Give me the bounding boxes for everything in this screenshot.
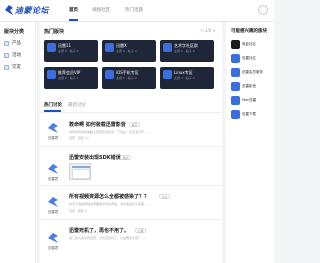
- sidebar-item-label: 活动: [12, 53, 21, 58]
- post-excerpt: 用了这么多年的迅雷，今天又死机了，以后再也不用了……: [69, 236, 148, 240]
- window-titlebar: [72, 166, 90, 168]
- bird-icon: [231, 96, 240, 105]
- post-title[interactable]: 迅雷死机了，再也不用了。: [69, 227, 129, 234]
- bird-avatar-icon: [48, 197, 58, 207]
- post-author: 迅雷君: [47, 246, 59, 250]
- bird-icon: [231, 68, 240, 77]
- product-icon: [4, 41, 9, 46]
- board-stat: 主题 0 · 帖子 0: [58, 49, 79, 53]
- site-logo[interactable]: 迪蒙论坛: [4, 4, 49, 18]
- board-card[interactable]: 迅雷X 主题 0 · 帖子 0: [102, 40, 156, 62]
- board-card[interactable]: 迅雷11 主题 0 · 帖子 0: [44, 40, 98, 62]
- activity-icon: [4, 53, 9, 58]
- board-stat: 主题 0 · 帖子 0: [116, 76, 137, 80]
- bird-icon: [163, 70, 172, 79]
- bird-icon: [105, 70, 114, 79]
- hot-boards-title: 热门版块: [44, 29, 65, 35]
- board-stat: 主题 0 · 帖子 0: [116, 49, 137, 53]
- sidebar-title: 版块分类: [4, 29, 25, 35]
- post-tag: 讨论: [159, 194, 171, 199]
- board-stat: 主题 0 · 帖子 0: [58, 76, 79, 80]
- post-excerpt: 最近下载的视频资源都提示存在风险，请问这是怎么回事……: [69, 202, 151, 206]
- divider: [40, 185, 222, 186]
- bird-icon: [47, 70, 56, 79]
- divider: [40, 112, 222, 113]
- sidebar-item-label: 交友: [12, 65, 21, 70]
- post-author: 迅雷君: [47, 136, 59, 140]
- recommend-board-name: 迅雷影音: [242, 84, 256, 88]
- category-sidebar: 版块分类 产品 活动 交友: [0, 22, 36, 263]
- recommend-panel: 可能感兴趣的版块 电影社区 迅雷社区 迅雷会员服务 迅雷影音 Mac迅雷 迅雷下…: [226, 22, 274, 263]
- recommend-board-name: 迅雷社区: [242, 56, 256, 60]
- recommend-board-name: 电影社区: [242, 42, 256, 46]
- nav-home[interactable]: 首页: [69, 7, 78, 13]
- board-card[interactable]: 艺术字社区群 主题 0 · 帖子 0: [160, 40, 214, 62]
- bird-icon: [231, 54, 240, 63]
- recommend-board-name: Mac迅雷: [242, 98, 257, 102]
- post-meta: 迅雷 · 回复 8: [69, 209, 87, 213]
- bird-logo-icon: [5, 5, 13, 15]
- recommend-title: 可能感兴趣的版块: [231, 29, 267, 34]
- board-stat: 主题 0 · 帖子 0: [174, 76, 195, 80]
- post-title[interactable]: 迅雷安装出现SDK错误: [69, 154, 121, 161]
- nav-hot-topics[interactable]: 热门话题: [125, 7, 143, 13]
- nav-video[interactable]: 视频社区: [92, 7, 110, 13]
- board-icon: [231, 40, 240, 49]
- tab-latest-discussion[interactable]: 最新讨论: [68, 102, 86, 108]
- bird-icon: [163, 43, 172, 52]
- bird-icon: [105, 43, 114, 52]
- tab-hot-discussion[interactable]: 热门讨论: [44, 102, 62, 108]
- post-tag: 吐槽: [135, 228, 147, 233]
- sidebar-item-label: 产品: [12, 41, 21, 46]
- recommend-board-name: 迅雷会员服务: [242, 70, 263, 74]
- bird-icon: [231, 110, 240, 119]
- user-avatar[interactable]: [258, 5, 268, 15]
- divider: [40, 219, 222, 220]
- post-excerpt: 请问如何在新电脑上安装迅雷影音，下载后一直无法打开……: [69, 130, 151, 134]
- bird-avatar-icon: [48, 164, 58, 174]
- divider: [40, 146, 222, 147]
- post-title[interactable]: 救命啊 如何装载迅雷影音: [69, 121, 126, 128]
- post-tag: 求助: [120, 155, 132, 160]
- post-author: 迅雷君: [47, 210, 59, 214]
- site-name: 迪蒙论坛: [15, 6, 49, 15]
- bird-icon: [47, 43, 56, 52]
- board-card[interactable]: iOS手机专区 主题 0 · 帖子 0: [102, 67, 156, 89]
- board-card[interactable]: Linux专区 主题 0 · 帖子 0: [160, 67, 214, 89]
- post-title[interactable]: 所有视频资源怎么全都被感染了？？: [69, 193, 149, 200]
- board-card[interactable]: 推荐会员VIP 主题 0 · 帖子 0: [44, 67, 98, 89]
- post-meta: 迅雷 · 回复 12: [69, 136, 89, 140]
- bird-avatar-icon: [48, 123, 58, 133]
- social-icon: [4, 65, 9, 70]
- bird-icon: [231, 82, 240, 91]
- nav-active-indicator: [69, 19, 78, 21]
- bird-avatar-icon: [48, 233, 58, 243]
- post-screenshot-image[interactable]: [69, 163, 91, 180]
- post-author: 迅雷君: [47, 177, 59, 181]
- main-content: 热门版块 < 1/2 > 迅雷11 主题 0 · 帖子 0 迅雷X 主题 0 ·…: [40, 22, 222, 263]
- hot-boards-pager[interactable]: < 1/2 >: [200, 28, 216, 33]
- top-bar: 迪蒙论坛 首页 视频社区 热门话题: [0, 0, 274, 22]
- post-tag: 悬赏: [129, 122, 141, 127]
- recommend-board-name: 迅雷下载: [242, 112, 256, 116]
- window-body: [72, 169, 90, 179]
- board-stat: 主题 0 · 帖子 0: [174, 49, 195, 53]
